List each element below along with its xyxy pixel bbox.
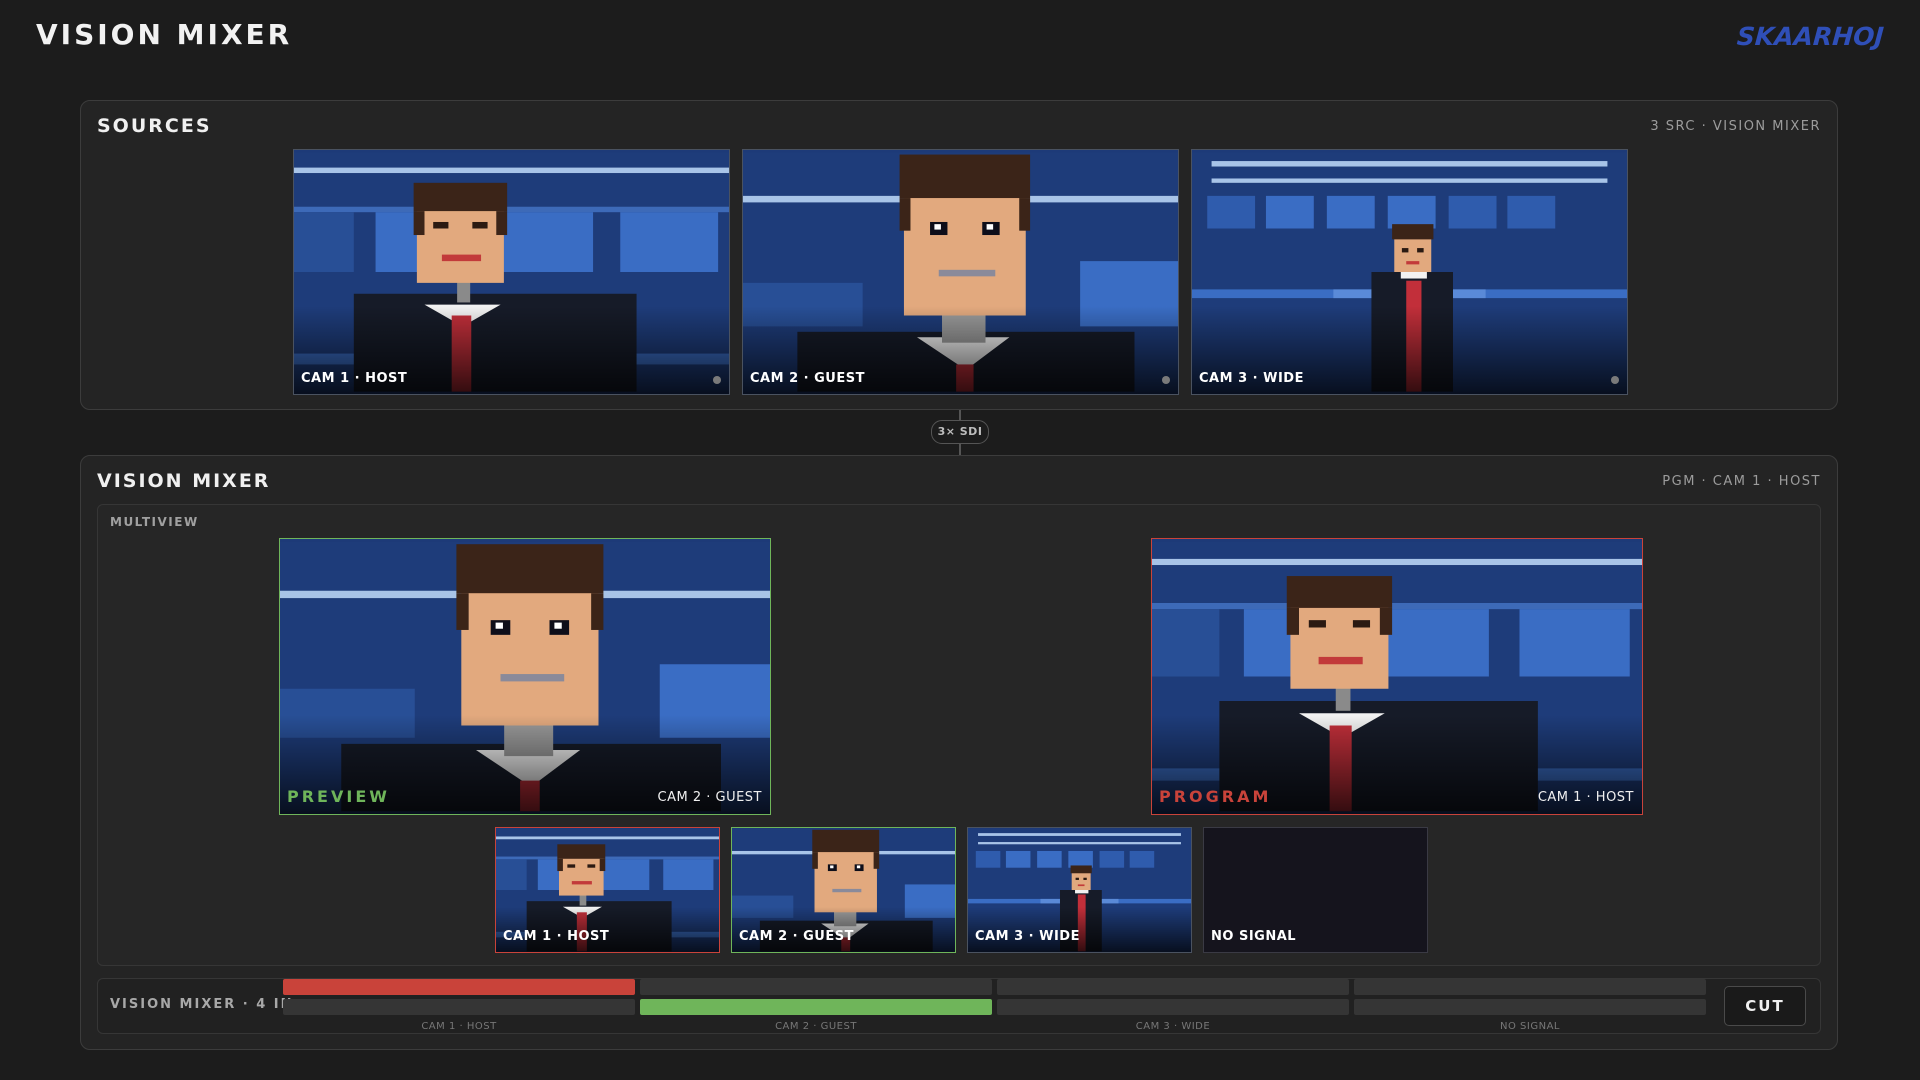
program-bus-button-2[interactable] bbox=[640, 979, 992, 995]
bus-input-label-4: NO SIGNAL bbox=[1500, 1021, 1560, 1032]
preview-bus-button-1[interactable] bbox=[283, 999, 635, 1015]
link-line-top bbox=[959, 410, 961, 420]
page-title: VISION MIXER bbox=[36, 18, 293, 51]
preview-source: CAM 2 · GUEST bbox=[657, 790, 762, 805]
mixer-panel: VISION MIXER PGM · CAM 1 · HOST MULTIVIE… bbox=[80, 455, 1838, 1050]
program-bus-button-1[interactable] bbox=[283, 979, 635, 995]
tally-dot-icon bbox=[713, 376, 721, 384]
program-source: CAM 1 · HOST bbox=[1537, 790, 1634, 805]
source-cam-2[interactable]: CAM 2 · GUEST bbox=[742, 149, 1179, 395]
mixer-title: VISION MIXER bbox=[97, 470, 271, 492]
program-bus-button-4[interactable] bbox=[1354, 979, 1706, 995]
source-cam-1[interactable]: CAM 1 · HOST bbox=[293, 149, 730, 395]
sources-panel: SOURCES 3 SRC · VISION MIXER CAM 1 · HOS… bbox=[80, 100, 1838, 410]
multiview-tile-3[interactable]: CAM 3 · WIDE bbox=[967, 827, 1192, 953]
bus-input-label-3: CAM 3 · WIDE bbox=[1135, 1021, 1211, 1032]
multiview-tile-2[interactable]: CAM 2 · GUEST bbox=[731, 827, 956, 953]
preview-monitor[interactable]: PREVIEW CAM 2 · GUEST bbox=[279, 538, 771, 815]
sdi-link-badge: 3× SDI bbox=[931, 420, 989, 444]
tally-dot-icon bbox=[1162, 376, 1170, 384]
multiview: MULTIVIEW PREVIEW CAM 2 · GUEST PROGRAM … bbox=[97, 504, 1821, 966]
tile-2-label: CAM 2 · GUEST bbox=[739, 929, 854, 944]
source-cam-1-label: CAM 1 · HOST bbox=[301, 371, 408, 386]
link-line-bottom bbox=[959, 443, 961, 455]
tile-4-label: NO SIGNAL bbox=[1211, 929, 1297, 944]
sources-title: SOURCES bbox=[97, 115, 212, 137]
tally-dot-icon bbox=[1611, 376, 1619, 384]
cut-button[interactable]: CUT bbox=[1724, 986, 1806, 1026]
program-monitor[interactable]: PROGRAM CAM 1 · HOST bbox=[1151, 538, 1643, 815]
mixer-meta: PGM · CAM 1 · HOST bbox=[1662, 474, 1821, 489]
multiview-tile-1[interactable]: CAM 1 · HOST bbox=[495, 827, 720, 953]
bus-title: VISION MIXER · 4 IN bbox=[110, 997, 294, 1012]
preview-bus-button-4[interactable] bbox=[1354, 999, 1706, 1015]
source-cam-3[interactable]: CAM 3 · WIDE bbox=[1191, 149, 1628, 395]
program-bus-button-3[interactable] bbox=[997, 979, 1349, 995]
brand-logo: SKAARHOJ bbox=[1736, 22, 1886, 51]
bus-input-label-2: CAM 2 · GUEST bbox=[775, 1021, 857, 1032]
preview-label: PREVIEW bbox=[287, 787, 390, 806]
tile-1-label: CAM 1 · HOST bbox=[503, 929, 610, 944]
multiview-title: MULTIVIEW bbox=[110, 515, 199, 529]
preview-bus-button-2[interactable] bbox=[640, 999, 992, 1015]
sources-meta: 3 SRC · VISION MIXER bbox=[1650, 119, 1821, 134]
preview-bus-button-3[interactable] bbox=[997, 999, 1349, 1015]
program-label: PROGRAM bbox=[1159, 787, 1272, 806]
source-cam-2-label: CAM 2 · GUEST bbox=[750, 371, 865, 386]
source-cam-3-label: CAM 3 · WIDE bbox=[1199, 371, 1304, 386]
bus-input-label-1: CAM 1 · HOST bbox=[421, 1021, 497, 1032]
multiview-tile-4[interactable]: NO SIGNAL bbox=[1203, 827, 1428, 953]
switcher-bus: VISION MIXER · 4 IN CAM 1 · HOST CAM 2 · … bbox=[97, 978, 1821, 1034]
tile-3-label: CAM 3 · WIDE bbox=[975, 929, 1080, 944]
